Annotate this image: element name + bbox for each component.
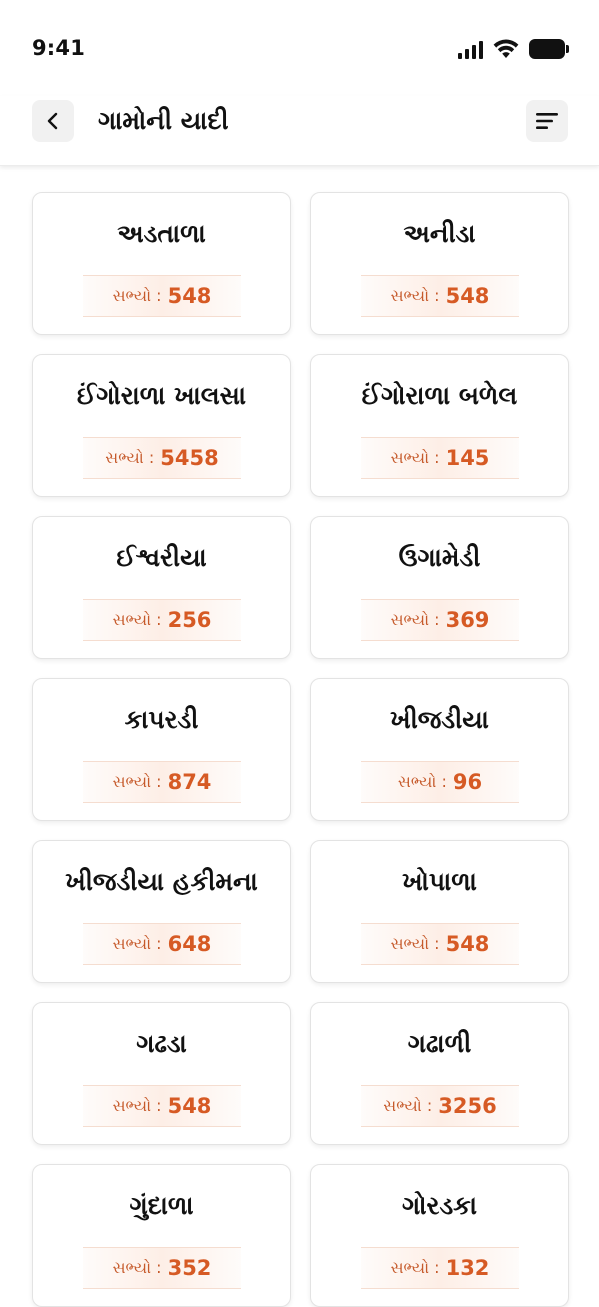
village-card[interactable]: ખોપાળા સભ્યો : 548 xyxy=(310,840,569,983)
member-count-badge: સભ્યો : 3256 xyxy=(361,1085,519,1127)
member-count: 145 xyxy=(445,446,490,470)
member-count-badge: સભ્યો : 548 xyxy=(83,1085,241,1127)
member-count-badge: સભ્યો : 145 xyxy=(361,437,519,479)
village-name: ખીજડીયા હકીમના xyxy=(65,867,258,896)
village-name: ગુંદાળા xyxy=(129,1191,194,1220)
village-name: ગઢાળી xyxy=(407,1029,472,1058)
village-name: ઈંગોરાળા બળેલ xyxy=(361,381,518,410)
member-count-badge: સભ્યો : 548 xyxy=(83,275,241,317)
village-name: ખોપાળા xyxy=(402,867,477,896)
chevron-left-icon xyxy=(47,112,58,130)
village-card[interactable]: ઈંગોરાળા બળેલ સભ્યો : 145 xyxy=(310,354,569,497)
member-count: 3256 xyxy=(438,1094,497,1118)
village-card[interactable]: ગોરડકા સભ્યો : 132 xyxy=(310,1164,569,1307)
village-name: ગોરડકા xyxy=(402,1191,477,1220)
village-card[interactable]: ગઢડા સભ્યો : 548 xyxy=(32,1002,291,1145)
member-label: સભ્યો : xyxy=(105,448,155,467)
member-label: સભ્યો : xyxy=(112,934,162,953)
member-count: 96 xyxy=(452,770,483,794)
member-label: સભ્યો : xyxy=(112,1096,162,1115)
village-card[interactable]: અડતાળા સભ્યો : 548 xyxy=(32,192,291,335)
member-count-badge: સભ્યો : 132 xyxy=(361,1247,519,1289)
member-label: સભ્યો : xyxy=(397,772,447,791)
status-icons xyxy=(458,38,569,60)
member-label: સભ્યો : xyxy=(383,1096,433,1115)
back-button[interactable] xyxy=(32,100,74,142)
page-title: ગામોની યાદી xyxy=(98,106,229,135)
cellular-signal-icon xyxy=(458,39,483,59)
member-count-badge: સભ્યો : 369 xyxy=(361,599,519,641)
status-time: 9:41 xyxy=(32,36,86,60)
village-card[interactable]: ગઢાળી સભ્યો : 3256 xyxy=(310,1002,569,1145)
member-count-badge: સભ્યો : 548 xyxy=(361,275,519,317)
member-label: સભ્યો : xyxy=(390,286,440,305)
member-count: 5458 xyxy=(160,446,219,470)
member-label: સભ્યો : xyxy=(390,934,440,953)
member-count-badge: સભ્યો : 96 xyxy=(361,761,519,803)
wifi-icon xyxy=(493,39,519,58)
battery-icon xyxy=(529,39,569,59)
member-count-badge: સભ્યો : 256 xyxy=(83,599,241,641)
village-card[interactable]: ગુંદાળા સભ્યો : 352 xyxy=(32,1164,291,1307)
member-count-badge: સભ્યો : 874 xyxy=(83,761,241,803)
member-count: 548 xyxy=(167,284,212,308)
member-count: 874 xyxy=(167,770,212,794)
village-name: અડતાળા xyxy=(117,219,206,248)
village-name: ખીજડીયા xyxy=(390,705,489,734)
status-bar: 9:41 xyxy=(0,0,599,96)
village-name: અનીડા xyxy=(403,219,476,248)
village-card[interactable]: ઉગામેડી સભ્યો : 369 xyxy=(310,516,569,659)
village-card[interactable]: ખીજડીયા સભ્યો : 96 xyxy=(310,678,569,821)
member-count: 352 xyxy=(167,1256,212,1280)
village-name: કાપરડી xyxy=(124,705,199,734)
member-label: સભ્યો : xyxy=(390,1258,440,1277)
member-count: 132 xyxy=(445,1256,490,1280)
member-count-badge: સભ્યો : 5458 xyxy=(83,437,241,479)
member-count: 548 xyxy=(167,1094,212,1118)
member-count: 548 xyxy=(445,932,490,956)
member-count: 369 xyxy=(445,608,490,632)
member-label: સભ્યો : xyxy=(112,286,162,305)
member-label: સભ્યો : xyxy=(112,610,162,629)
member-label: સભ્યો : xyxy=(112,1258,162,1277)
sort-menu-button[interactable] xyxy=(526,100,568,142)
village-card[interactable]: ઈંગોરાળા ખાલસા સભ્યો : 5458 xyxy=(32,354,291,497)
village-name: ગઢડા xyxy=(136,1029,187,1058)
member-label: સભ્યો : xyxy=(390,610,440,629)
village-name: ઈશ્વરીયા xyxy=(116,543,207,572)
member-label: સભ્યો : xyxy=(390,448,440,467)
member-count: 256 xyxy=(167,608,212,632)
member-count-badge: સભ્યો : 352 xyxy=(83,1247,241,1289)
member-count: 648 xyxy=(167,932,212,956)
member-count: 548 xyxy=(445,284,490,308)
village-card[interactable]: કાપરડી સભ્યો : 874 xyxy=(32,678,291,821)
village-card[interactable]: ઈશ્વરીયા સભ્યો : 256 xyxy=(32,516,291,659)
member-count-badge: સભ્યો : 648 xyxy=(83,923,241,965)
member-count-badge: સભ્યો : 548 xyxy=(361,923,519,965)
sort-lines-icon xyxy=(536,113,558,129)
village-grid: અડતાળા સભ્યો : 548 અનીડા સભ્યો : 548 ઈંગોરાળા … xyxy=(32,192,569,1307)
village-card[interactable]: અનીડા સભ્યો : 548 xyxy=(310,192,569,335)
member-label: સભ્યો : xyxy=(112,772,162,791)
app-header: ગામોની યાદી xyxy=(0,96,599,166)
village-card[interactable]: ખીજડીયા હકીમના સભ્યો : 648 xyxy=(32,840,291,983)
village-name: ઈંગોરાળા ખાલસા xyxy=(76,381,247,410)
village-name: ઉગામેડી xyxy=(398,543,481,572)
